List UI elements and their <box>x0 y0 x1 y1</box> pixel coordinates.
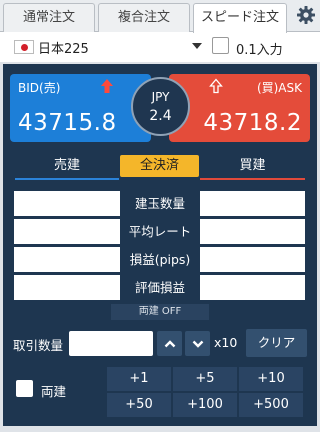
symbol-row: 日本225 0.1入力 <box>0 32 320 62</box>
tab-combined-order[interactable]: 複合注文 <box>98 3 190 32</box>
add-100-button[interactable]: +100 <box>173 393 237 417</box>
buy-underline <box>200 178 305 180</box>
quantity-increase-button[interactable] <box>157 331 182 356</box>
bid-price: 43715.8 <box>18 110 117 136</box>
row-label-average-rate: 平均レート <box>128 224 192 239</box>
sell-unrealized-pl <box>14 275 120 300</box>
ask-label: (買)ASK <box>256 81 302 95</box>
bid-label: BID(売) <box>18 81 61 95</box>
order-type-tabs: 通常注文 複合注文 スピード注文 <box>0 0 320 33</box>
sell-pl-pips <box>14 247 120 272</box>
tab-speed-order[interactable]: スピード注文 <box>193 3 287 33</box>
add-50-button[interactable]: +50 <box>107 393 171 417</box>
lot-input-checkbox[interactable] <box>212 37 229 54</box>
arrow-up-icon <box>100 78 114 98</box>
hedge-label: 両建 <box>41 384 67 399</box>
symbol-select[interactable]: 日本225 <box>14 35 204 59</box>
ask-price: 43718.2 <box>203 110 302 136</box>
japan-flag-icon <box>14 40 34 54</box>
hedge-status-badge: 両建 OFF <box>111 304 209 320</box>
tab-normal-order[interactable]: 通常注文 <box>3 3 95 32</box>
symbol-name: 日本225 <box>38 41 89 57</box>
row-label-unrealized-pl: 評価損益 <box>134 280 185 295</box>
trade-quantity-input[interactable] <box>69 331 153 356</box>
hedge-checkbox[interactable] <box>16 380 33 397</box>
sell-position-header: 売建 <box>53 158 80 173</box>
buy-average-rate <box>200 219 305 244</box>
add-1-button[interactable]: +1 <box>107 367 171 391</box>
spread-value: 2.4 <box>149 108 172 124</box>
sell-position-quantity <box>14 191 120 216</box>
clear-button[interactable]: クリア <box>246 329 307 357</box>
speed-order-panel: BID(売) 43715.8 JPY 2.4 (買)ASK 43718.2 売建… <box>3 64 317 426</box>
buy-position-header: 買建 <box>239 158 266 173</box>
chevron-down-icon <box>192 43 202 49</box>
row-label-pl-pips: 損益(pips) <box>129 252 191 267</box>
gear-icon[interactable] <box>295 4 317 26</box>
spread-indicator: JPY 2.4 <box>131 77 190 136</box>
row-label-position-quantity: 建玉数量 <box>134 196 185 211</box>
chevron-up-icon <box>164 339 175 347</box>
close-all-button[interactable]: 全決済 <box>120 155 199 177</box>
ask-button[interactable]: (買)ASK 43718.2 <box>169 74 310 142</box>
chevron-down-icon <box>192 340 203 348</box>
buy-unrealized-pl <box>200 275 305 300</box>
add-10-button[interactable]: +10 <box>239 367 303 391</box>
quantity-decrease-button[interactable] <box>185 331 210 356</box>
sell-average-rate <box>14 219 120 244</box>
multiplier-label: x10 <box>214 335 238 350</box>
bid-button[interactable]: BID(売) 43715.8 <box>10 74 151 142</box>
trade-quantity-label: 取引数量 <box>13 338 64 353</box>
lot-input-label: 0.1入力 <box>236 43 283 58</box>
add-5-button[interactable]: +5 <box>173 367 237 391</box>
add-500-button[interactable]: +500 <box>239 393 303 417</box>
arrow-up-outline-icon <box>209 78 223 98</box>
buy-pl-pips <box>200 247 305 272</box>
sell-underline <box>15 178 119 180</box>
buy-position-quantity <box>200 191 305 216</box>
spread-currency: JPY <box>151 90 170 104</box>
